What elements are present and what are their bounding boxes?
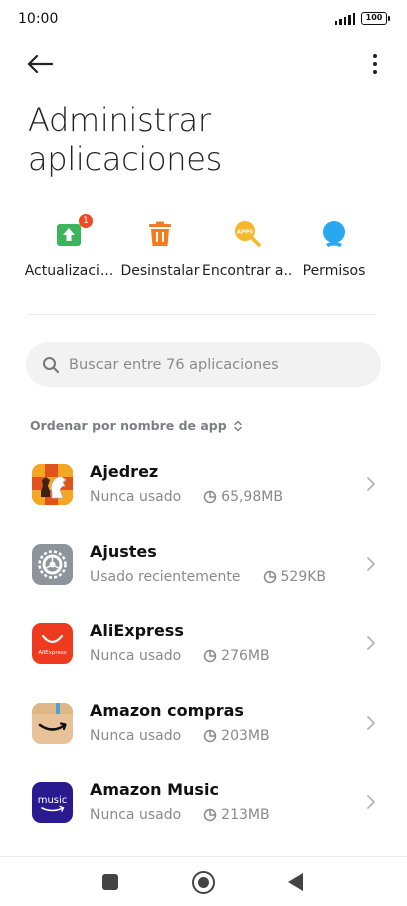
settings-gear-icon	[32, 543, 73, 585]
app-usage: Usado recientemente	[90, 568, 241, 585]
battery-icon: 100	[361, 12, 390, 25]
app-meta: Nunca usado 276MB	[90, 648, 270, 664]
chess-icon	[32, 464, 73, 505]
app-name: AliExpress	[90, 621, 184, 640]
sort-selector[interactable]: Ordenar por nombre de app	[30, 418, 243, 433]
app-usage: Nunca usado	[90, 648, 182, 664]
app-name: Ajustes	[90, 541, 157, 561]
more-options-button[interactable]	[367, 50, 383, 78]
app-list: Ajedrez Nunca usado 65,98MB Ajustes Usad…	[0, 443, 407, 841]
app-meta: Nunca usado 65,98MB	[90, 489, 283, 505]
status-bar: 10:00 100	[0, 0, 407, 40]
app-name: Amazon compras	[90, 700, 244, 720]
signal-icon	[334, 12, 355, 25]
aliexpress-icon-text: AliExpress	[38, 650, 66, 656]
find-apps-icon-text: APPS	[237, 230, 253, 236]
amazon-music-icon: music	[32, 782, 73, 823]
dot	[373, 70, 377, 74]
app-meta: Nunca usado 203MB	[90, 728, 270, 744]
app-size-value: 203MB	[221, 727, 270, 744]
update-label: Actualizaci...	[24, 263, 114, 279]
app-name: Ajedrez	[90, 462, 159, 481]
permissions-action[interactable]: Permisos	[289, 215, 379, 279]
app-row-ajedrez[interactable]: Ajedrez Nunca usado 65,98MB	[0, 443, 407, 523]
find-apps-action[interactable]: APPS Encontrar a...	[202, 215, 292, 279]
find-apps-label: Encontrar a...	[202, 263, 292, 279]
app-size-value: 65,98MB	[221, 489, 283, 505]
home-button[interactable]	[192, 871, 215, 894]
status-time: 10:00	[18, 11, 59, 27]
arrow-left-icon	[27, 54, 54, 74]
amazon-music-icon-text: music	[38, 795, 68, 806]
app-meta: Usado recientemente 529KB	[90, 569, 326, 585]
app-usage: Nunca usado	[90, 807, 182, 823]
aliexpress-icon: AliExpress	[32, 623, 73, 664]
dot	[373, 54, 377, 58]
app-size: 529KB	[263, 568, 327, 585]
storage-pie-icon	[263, 570, 276, 583]
dot	[373, 62, 377, 66]
divider	[28, 314, 376, 315]
sort-label: Ordenar por nombre de app	[30, 418, 227, 433]
chevron-right-icon	[367, 715, 375, 730]
app-row-amazon-music[interactable]: music Amazon Music Nunca usado 213MB	[0, 761, 407, 841]
chevron-up-down-icon	[233, 420, 242, 431]
update-badge: 1	[79, 214, 93, 228]
recents-button[interactable]	[102, 874, 118, 890]
system-nav-bar	[0, 856, 407, 906]
amazon-shopping-icon	[32, 702, 73, 744]
update-icon: 1	[55, 214, 93, 248]
page-title: Administrar aplicaciones	[28, 101, 223, 178]
app-usage: Nunca usado	[90, 727, 182, 744]
app-row-aliexpress[interactable]: AliExpress AliExpress Nunca usado 276MB	[0, 602, 407, 682]
storage-pie-icon	[203, 729, 217, 742]
app-size: 213MB	[203, 807, 270, 823]
app-meta: Nunca usado 213MB	[90, 807, 270, 823]
app-row-amazon-compras[interactable]: Amazon compras Nunca usado 203MB	[0, 682, 407, 762]
storage-pie-icon	[203, 808, 217, 822]
app-name: Amazon Music	[90, 780, 219, 799]
chevron-right-icon	[367, 556, 375, 571]
storage-pie-icon	[203, 490, 217, 504]
update-action[interactable]: 1 Actualizaci...	[24, 214, 114, 279]
uninstall-label: Desinstalar	[120, 263, 200, 279]
uninstall-action[interactable]: Desinstalar	[115, 215, 205, 279]
trash-icon	[146, 220, 174, 248]
nav-back-button[interactable]	[288, 873, 303, 891]
find-apps-icon: APPS	[233, 220, 261, 248]
app-size-value: 529KB	[280, 568, 327, 585]
permissions-icon	[320, 220, 348, 248]
search-input[interactable]	[69, 356, 349, 373]
permissions-label: Permisos	[302, 263, 366, 279]
app-size-value: 213MB	[221, 807, 270, 823]
back-button[interactable]	[24, 50, 56, 78]
search-bar[interactable]	[26, 342, 381, 387]
app-usage: Nunca usado	[90, 489, 182, 505]
chevron-right-icon	[367, 636, 375, 650]
storage-pie-icon	[203, 649, 217, 663]
chevron-right-icon	[367, 795, 375, 809]
app-row-ajustes[interactable]: Ajustes Usado recientemente 529KB	[0, 523, 407, 603]
status-icons: 100	[334, 12, 390, 25]
app-size-value: 276MB	[221, 648, 270, 664]
quick-actions: 1 Actualizaci... Desinstalar APPS Encont…	[22, 214, 382, 285]
app-size: 203MB	[203, 727, 270, 744]
chevron-right-icon	[367, 477, 375, 491]
app-size: 65,98MB	[203, 489, 283, 505]
app-size: 276MB	[203, 648, 270, 664]
search-icon	[43, 356, 59, 373]
